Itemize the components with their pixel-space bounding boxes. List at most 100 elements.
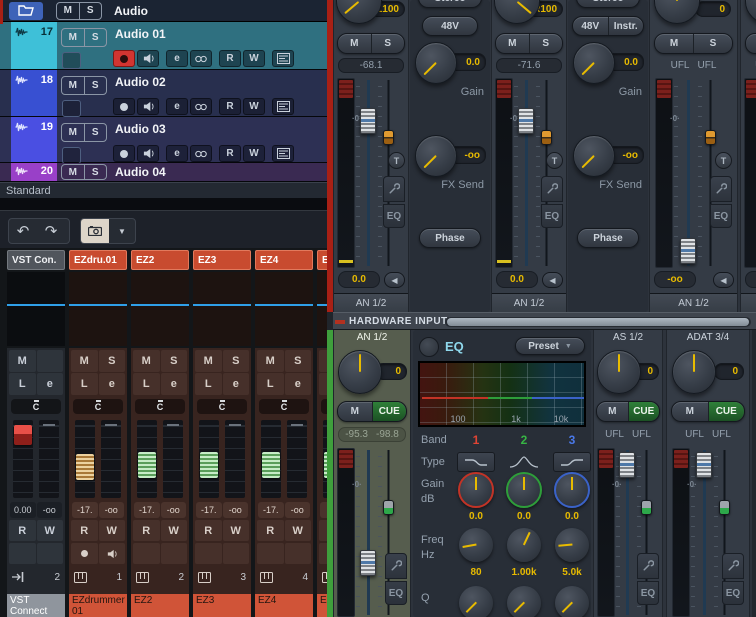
channel-tools-button[interactable]	[383, 176, 405, 202]
fader-track[interactable]	[360, 80, 376, 266]
trim-button[interactable]: T	[715, 152, 732, 169]
fader-value[interactable]: -oo	[654, 271, 696, 288]
lanes-button[interactable]	[272, 145, 294, 162]
trim-fader[interactable]	[705, 130, 716, 145]
channel-header[interactable]: EZ4	[255, 250, 313, 270]
track-name[interactable]: Audio 01	[115, 27, 166, 41]
pan-knob[interactable]	[494, 0, 540, 24]
collapse-button[interactable]: ◀	[542, 272, 563, 288]
mute-button[interactable]: M	[655, 34, 693, 53]
volume-value[interactable]: -17.	[134, 502, 160, 518]
eq-enable-button[interactable]	[419, 337, 439, 357]
write-automation-button[interactable]: W	[243, 50, 265, 67]
fader-value[interactable]: -oo	[745, 271, 756, 288]
pan-value[interactable]: 0	[695, 1, 731, 17]
pan-control[interactable]: C	[197, 399, 247, 414]
read-automation-button[interactable]: R	[219, 98, 241, 115]
read-automation-button[interactable]: R	[219, 50, 241, 67]
edit-button[interactable]: e	[98, 373, 125, 395]
record-arm-button[interactable]	[71, 543, 98, 564]
phase-button[interactable]: Phase	[419, 228, 481, 248]
mute-button[interactable]: M	[338, 34, 371, 53]
gain-knob[interactable]	[415, 42, 457, 84]
gain-knob[interactable]	[573, 42, 615, 84]
channel-header[interactable]: EZ2	[131, 250, 189, 270]
volume-value[interactable]: -17.	[196, 502, 222, 518]
mute-button[interactable]: M	[195, 350, 222, 372]
read-button[interactable]: R	[9, 520, 36, 541]
volume-fader[interactable]	[518, 108, 534, 134]
band1-freq-value[interactable]: 80	[457, 567, 495, 578]
record-arm-button[interactable]	[113, 50, 135, 67]
channel-tools-button[interactable]	[722, 553, 744, 579]
channel-overview[interactable]	[7, 272, 65, 346]
fader-value[interactable]: 0.0	[496, 271, 538, 288]
channel-header[interactable]: EZdru.01	[69, 250, 127, 270]
band1-gain-value[interactable]: 0.0	[457, 511, 495, 522]
edit-button[interactable]: e	[36, 373, 63, 395]
trim-button[interactable]: T	[546, 152, 563, 169]
edit-button[interactable]: e	[222, 373, 249, 395]
track-row[interactable]: 17 MS Audio 01 e R W	[0, 22, 330, 70]
channel-overview[interactable]	[193, 272, 251, 346]
mute-button[interactable]: M	[257, 350, 284, 372]
band3-freq-knob[interactable]	[555, 528, 589, 562]
extra-cell[interactable]	[160, 543, 187, 564]
stereo-mode-button[interactable]: Stereo	[418, 0, 482, 8]
channel-label[interactable]: EZ3	[193, 594, 251, 617]
volume-fader[interactable]	[360, 550, 376, 576]
fader-track[interactable]	[518, 80, 534, 266]
mute-button[interactable]: M	[338, 402, 372, 421]
volume-value[interactable]: 0.00	[10, 502, 36, 518]
snapshot-button[interactable]	[81, 219, 109, 243]
edit-button[interactable]: e	[284, 373, 311, 395]
pan-control[interactable]: C	[11, 399, 61, 414]
solo-button[interactable]	[36, 350, 63, 372]
volume-fader[interactable]	[680, 238, 696, 264]
fader-value[interactable]: 0.0	[338, 271, 380, 288]
track-state-box[interactable]	[62, 147, 81, 164]
collapse-button[interactable]: ◀	[713, 272, 734, 288]
channel-tools-button[interactable]	[385, 553, 407, 579]
read-button[interactable]: R	[71, 520, 98, 541]
pan-knob[interactable]	[745, 0, 756, 24]
undo-button[interactable]: ↶	[9, 219, 37, 243]
channel-label[interactable]: EZdrummer 01	[69, 594, 127, 617]
extra-cell[interactable]	[133, 543, 160, 564]
snapshot-dropdown-button[interactable]: ▼	[109, 219, 135, 243]
pan-knob[interactable]	[336, 0, 382, 24]
pan-knob[interactable]	[654, 0, 700, 24]
write-button[interactable]: W	[36, 520, 63, 541]
channel-name[interactable]: AN 1/2	[492, 293, 566, 312]
fx-send-knob[interactable]	[573, 135, 615, 177]
extra-cell[interactable]	[195, 543, 222, 564]
fader-track[interactable]	[696, 450, 712, 615]
eq-tab[interactable]: EQ	[637, 581, 659, 605]
fader-cap[interactable]	[138, 452, 156, 478]
mute-button[interactable]: M	[746, 34, 756, 53]
trim-fader[interactable]	[383, 500, 394, 515]
band2-type-glyph[interactable]	[505, 452, 543, 472]
solo-button[interactable]: S	[528, 34, 563, 53]
volume-fader[interactable]	[199, 420, 219, 498]
mute-button[interactable]: M	[62, 124, 84, 141]
record-arm-button[interactable]	[113, 98, 135, 115]
pan-control[interactable]: C	[259, 399, 309, 414]
fader-cap[interactable]	[200, 452, 218, 478]
write-automation-button[interactable]: W	[243, 145, 265, 162]
volume-fader[interactable]	[261, 420, 281, 498]
channel-header[interactable]: EZ3	[193, 250, 251, 270]
volume-fader[interactable]	[696, 452, 712, 478]
write-button[interactable]: W	[222, 520, 249, 541]
monitor-button[interactable]	[98, 543, 125, 564]
mute-button[interactable]: M	[672, 402, 708, 421]
fader-cap[interactable]	[262, 452, 280, 478]
phase-button[interactable]: Phase	[577, 228, 639, 248]
eq-tab[interactable]: EQ	[541, 204, 563, 228]
solo-button[interactable]: S	[83, 29, 107, 46]
channel-label[interactable]: EZ4	[255, 594, 313, 617]
eq-graph[interactable]: 100 1k 10k	[418, 361, 586, 427]
instrument-icon[interactable]	[74, 571, 87, 583]
edit-button[interactable]: e	[160, 373, 187, 395]
input-gain-knob[interactable]	[597, 350, 641, 394]
